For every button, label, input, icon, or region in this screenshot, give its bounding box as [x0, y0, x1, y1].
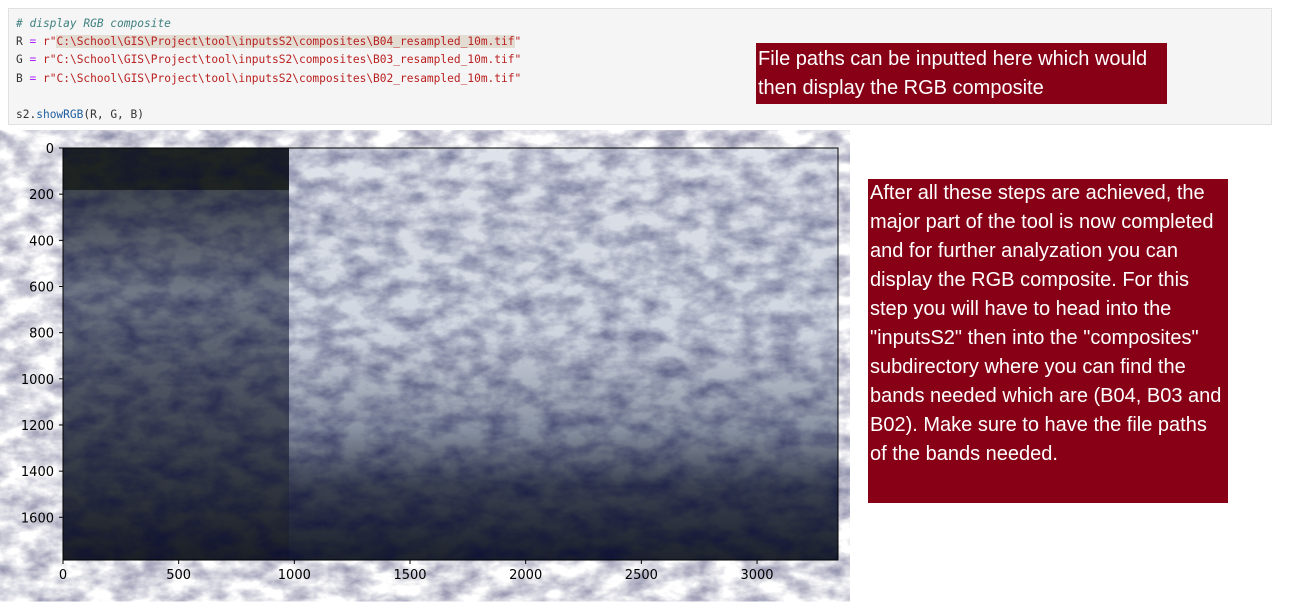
- x-tick-label: 3000: [740, 568, 773, 583]
- y-tick-label: 1600: [21, 511, 54, 526]
- code-line-b: B = r"C:\School\GIS\Project\tool\inputsS…: [16, 71, 522, 85]
- x-tick-label: 0: [59, 568, 67, 583]
- y-tick-label: 1400: [21, 465, 54, 480]
- x-axis: 0 500 1000 1500 2000 2500 3000: [59, 560, 774, 583]
- x-tick-label: 1000: [278, 568, 311, 583]
- x-tick-label: 2500: [625, 568, 658, 583]
- x-tick-label: 2000: [509, 568, 542, 583]
- code-line-g: G = r"C:\School\GIS\Project\tool\inputsS…: [16, 53, 522, 67]
- code-line-r: R = r"C:\School\GIS\Project\tool\inputsS…: [16, 35, 522, 49]
- path-g: C:\School\GIS\Project\tool\inputsS2\comp…: [56, 53, 515, 67]
- y-tick-label: 600: [29, 280, 54, 295]
- path-r: C:\School\GIS\Project\tool\inputsS2\comp…: [56, 35, 515, 49]
- y-tick-label: 800: [29, 327, 54, 342]
- x-tick-label: 500: [166, 568, 191, 583]
- y-tick-label: 200: [29, 188, 54, 203]
- y-tick-label: 400: [29, 234, 54, 249]
- satellite-image: [63, 148, 838, 560]
- x-tick-label: 1500: [393, 568, 426, 583]
- annotation-file-paths: File paths can be inputted here which wo…: [756, 43, 1167, 104]
- y-tick-label: 1000: [21, 373, 54, 388]
- y-tick-label: 0: [46, 142, 54, 157]
- y-axis: 0 200 400 600 800 1000 1200 1400 1600: [21, 142, 63, 526]
- path-b: C:\School\GIS\Project\tool\inputsS2\comp…: [56, 71, 515, 85]
- annotation-instructions: After all these steps are achieved, the …: [868, 179, 1228, 503]
- code-line-call: s2.showRGB(R, G, B): [16, 108, 144, 122]
- rgb-composite-plot: 0 500 1000 1500 2000 2500 3000 0 200 400 600 800 10…: [21, 142, 839, 583]
- y-tick-label: 1200: [21, 419, 54, 434]
- code-editor[interactable]: # display RGB composite R = r"C:\School\…: [16, 15, 521, 124]
- code-comment: # display RGB composite: [16, 17, 171, 30]
